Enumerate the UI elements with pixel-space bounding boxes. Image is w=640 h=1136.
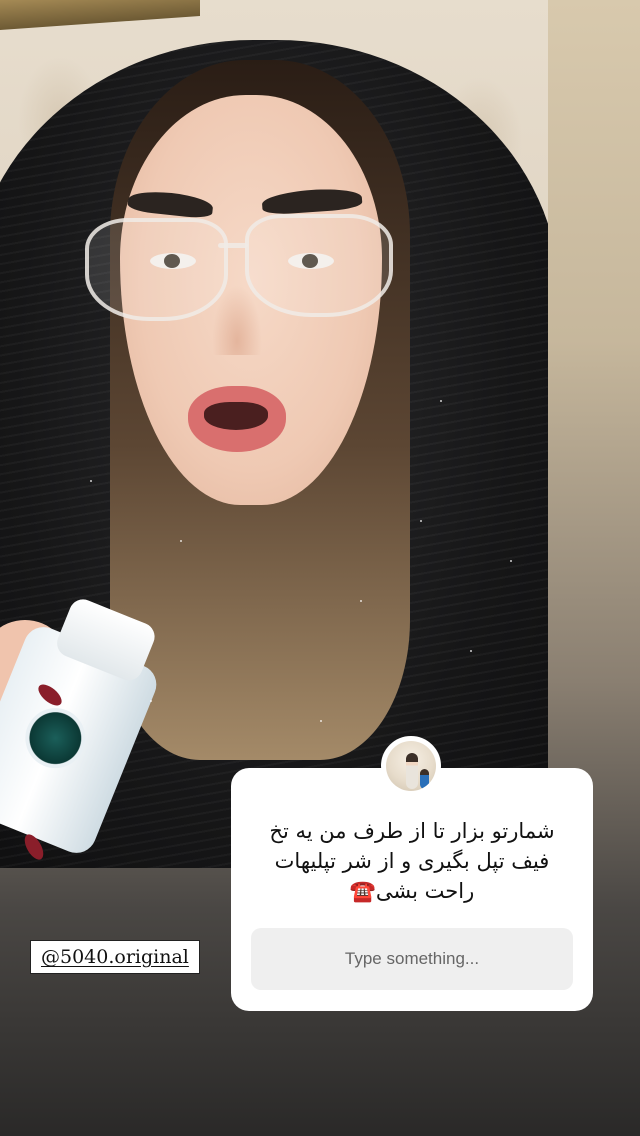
glasses-bridge [218,243,248,248]
mouth [188,386,286,452]
mention-sticker[interactable]: @5040.original [30,940,200,974]
avatar [381,736,441,796]
glasses-right-lens [245,214,393,317]
answer-input[interactable]: Type something... [251,928,573,990]
question-text: شمارتو بزار تا از طرف من یه تخ فیف تپل ب… [269,819,555,903]
bottle-label-logo [16,699,95,778]
story-photo [0,0,548,868]
glasses-left-lens [85,218,228,321]
nose [212,285,262,355]
avatar-photo [386,741,436,791]
question-sticker[interactable]: شمارتو بزار تا از طرف من یه تخ فیف تپل ب… [231,768,593,1011]
